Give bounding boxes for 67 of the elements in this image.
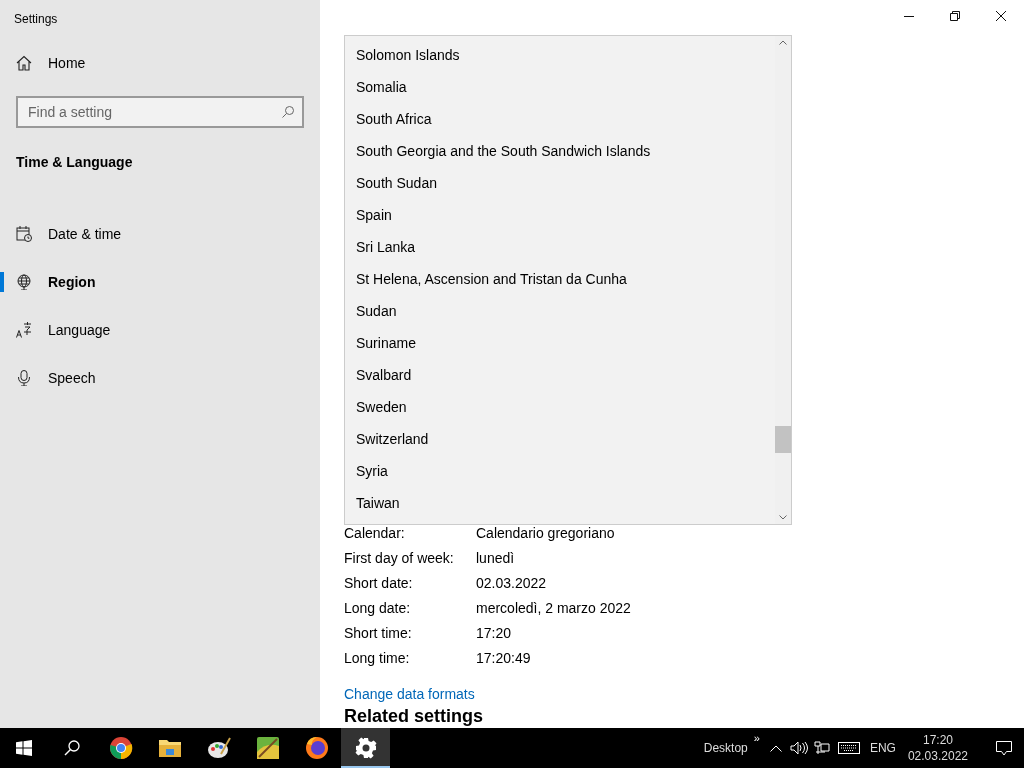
nav-item[interactable]: Region [0,258,320,306]
palette-icon [206,736,231,760]
dropdown-option[interactable]: Somalia [345,71,775,103]
network-icon[interactable] [813,741,830,755]
nav-item[interactable]: Speech [0,354,320,402]
country-dropdown-list[interactable] [344,35,792,525]
scroll-down-icon [779,515,787,520]
dropdown-option[interactable]: Svalbard [345,359,775,391]
keyboard-icon[interactable] [837,742,860,754]
format-label: Calendar: [344,524,406,543]
minimize-icon [904,15,914,17]
dropdown-option[interactable]: Suriname [345,327,775,359]
restore-icon [950,11,960,21]
dropdown-option[interactable]: Taiwan [345,487,775,519]
clock[interactable]: 17:20 02.03.2022 [907,732,968,764]
nav-item[interactable]: Date & time [0,210,320,258]
home-icon [16,55,32,71]
format-value: lunedì [476,549,515,568]
format-value: Calendario gregoriano [476,524,615,543]
calendar-clock-icon [16,226,32,242]
search-icon [64,740,80,756]
dropdown-option[interactable]: Syria [345,455,775,487]
format-value: 17:20 [476,624,512,643]
format-value: mercoledì, 2 marzo 2022 [476,599,631,618]
format-label: Long time: [344,649,411,668]
section-heading: Time & Language [16,154,133,170]
dropdown-option[interactable]: Solomon Islands [345,39,775,71]
input-language-indicator[interactable]: ENG [869,739,896,757]
language-icon [16,322,32,338]
close-icon [996,11,1006,21]
microphone-icon [16,370,32,386]
fox-globe-icon [304,736,329,760]
format-label: Short date: [344,574,414,593]
dropdown-option[interactable]: Switzerland [345,423,775,455]
dropdown-option[interactable]: South Sudan [345,167,775,199]
search-icon [281,105,295,119]
format-label: First day of week: [344,549,455,568]
dropdown-option[interactable]: Sri Lanka [345,231,775,263]
chevron-up-icon[interactable] [769,744,782,752]
home-link[interactable]: Home [0,42,320,84]
desktop-toolbar-label[interactable]: Desktop [703,739,748,757]
dropdown-option[interactable]: Sudan [345,295,775,327]
window-title: Settings [14,12,58,26]
speech-bubble-icon [996,740,1012,756]
dropdown-option[interactable]: South Georgia and the South Sandwich Islands [345,135,775,167]
nav-item[interactable]: Language [0,306,320,354]
format-value: 17:20:49 [476,649,531,668]
gear-icon [353,736,378,760]
toolbar-more-button[interactable]: » [753,730,760,747]
search-field[interactable]: Find a setting [16,96,304,128]
format-label: Short time: [344,624,413,643]
speaker-icon[interactable] [789,741,808,755]
dropdown-option[interactable]: Spain [345,199,775,231]
dropdown-option[interactable]: St Helena, Ascension and Tristan da Cunha [345,263,775,295]
dropdown-option[interactable]: Sweden [345,391,775,423]
paint-canvas-icon [255,736,280,760]
windows-icon [16,740,32,756]
scrollbar-thumb[interactable] [775,426,791,453]
change-data-formats-link[interactable]: Change data formats [344,686,475,702]
browser-icon [108,736,133,760]
section-heading: Related settings [344,706,484,726]
format-label: Long date: [344,599,412,618]
scroll-up-icon [779,40,787,45]
format-value: 02.03.2022 [476,574,547,593]
taskbar-app-button[interactable] [341,728,390,768]
globe-icon [16,274,32,290]
dropdown-option[interactable]: South Africa [345,103,775,135]
